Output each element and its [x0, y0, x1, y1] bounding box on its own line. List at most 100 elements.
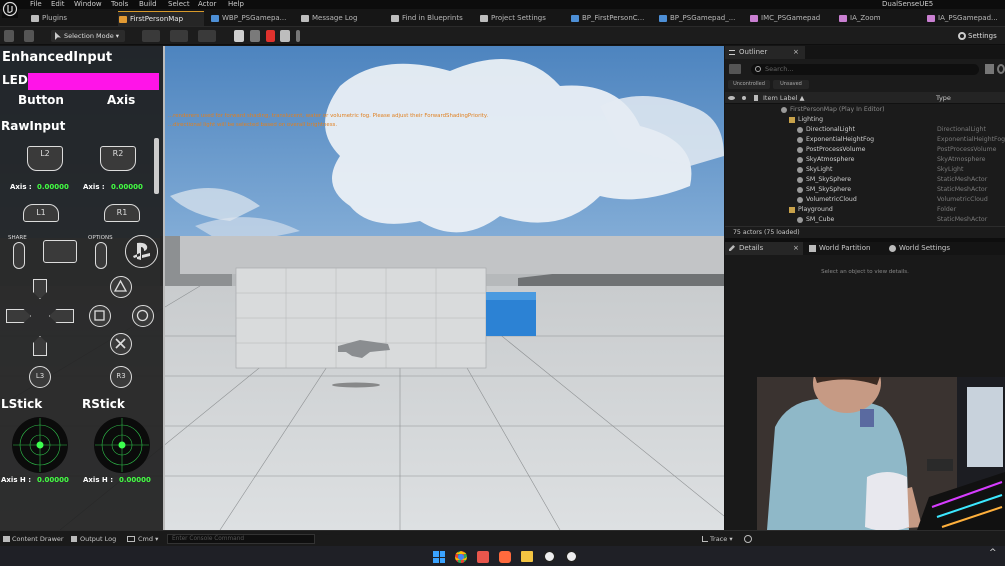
- outliner-row[interactable]: FirstPersonMap (Play In Editor): [725, 105, 1005, 115]
- menu-actor[interactable]: Actor: [198, 0, 216, 9]
- unreal-logo-icon[interactable]: [2, 0, 18, 18]
- l1-label: L1: [36, 208, 46, 217]
- column-item-label[interactable]: Item Label ▲: [763, 92, 804, 104]
- filter-uncontrolled[interactable]: Uncontrolled: [728, 80, 770, 89]
- tab-world-settings[interactable]: World Settings: [887, 242, 950, 255]
- outliner-search-input[interactable]: Search...: [751, 64, 979, 75]
- save-icon[interactable]: [4, 30, 14, 42]
- content-drawer-icon: [3, 536, 10, 542]
- tab-find-in-blueprints[interactable]: Find in Blueprints: [390, 11, 463, 26]
- tab-details[interactable]: Details ×: [725, 242, 803, 255]
- cross-icon: [115, 338, 126, 349]
- menu-bar: File Edit Window Tools Build Select Acto…: [0, 0, 1005, 18]
- cursor-icon: [55, 32, 61, 40]
- cmd-dropdown[interactable]: Cmd ▾: [126, 531, 158, 547]
- settings-button[interactable]: Settings: [958, 30, 1002, 42]
- outliner-row[interactable]: SkyLight SkyLight: [725, 165, 1005, 175]
- menu-tools[interactable]: Tools: [111, 0, 128, 9]
- cinematics-button[interactable]: [198, 30, 216, 42]
- menu-help[interactable]: Help: [228, 0, 244, 9]
- derived-data-icon[interactable]: [744, 535, 752, 543]
- outliner-row-type: ExponentialHeightFog: [937, 136, 1005, 143]
- triangle-icon: [113, 279, 128, 292]
- outliner-row[interactable]: PostProcessVolume PostProcessVolume: [725, 145, 1005, 155]
- tab-bp-psgamepad[interactable]: BP_PSGamepad_...: [658, 11, 735, 26]
- selection-mode-dropdown[interactable]: Selection Mode ▾: [51, 30, 125, 42]
- menu-file[interactable]: File: [30, 0, 42, 9]
- tab-bp-first-person[interactable]: BP_FirstPersonC...: [570, 11, 644, 26]
- outliner-row[interactable]: SM_SkySphere StaticMeshActor: [725, 185, 1005, 195]
- outliner-row[interactable]: Playground Folder: [725, 205, 1005, 215]
- tab-message-log[interactable]: Message Log: [300, 11, 357, 26]
- menu-edit[interactable]: Edit: [51, 0, 65, 9]
- dpad-down-icon: [33, 336, 47, 356]
- add-actor-button[interactable]: [142, 30, 160, 42]
- menu-build[interactable]: Build: [139, 0, 157, 9]
- outliner-row-type: StaticMeshActor: [937, 176, 988, 183]
- rstick-radar: [94, 417, 150, 473]
- stop-icon[interactable]: [266, 30, 275, 42]
- tab-imc-psgamepad[interactable]: IMC_PSGamepad: [749, 11, 820, 26]
- dpad-left-icon: [6, 309, 31, 323]
- pin-icon[interactable]: [742, 96, 746, 100]
- triangle-button: [110, 276, 132, 298]
- chrome-icon[interactable]: [455, 551, 467, 563]
- notification-chevron-icon[interactable]: ^: [989, 548, 999, 562]
- outliner-row[interactable]: SM_SkySphere StaticMeshActor: [725, 175, 1005, 185]
- tab-project-settings[interactable]: Project Settings: [479, 11, 546, 26]
- file-explorer-icon[interactable]: [521, 551, 533, 562]
- outliner-row[interactable]: VolumetricCloud VolumetricCloud: [725, 195, 1005, 205]
- l1-button: L1: [23, 204, 59, 222]
- more-options-icon[interactable]: [296, 30, 300, 42]
- eject-icon[interactable]: [280, 30, 290, 42]
- tab-ia-zoom[interactable]: IA_Zoom: [838, 11, 881, 26]
- visibility-eye-icon[interactable]: [728, 96, 735, 100]
- pause-icon[interactable]: [234, 30, 244, 42]
- tab-label: Find in Blueprints: [402, 14, 463, 22]
- outliner-row[interactable]: ExponentialHeightFog ExponentialHeightFog: [725, 135, 1005, 145]
- light-icon: [797, 167, 803, 173]
- menu-select[interactable]: Select: [168, 0, 190, 9]
- outliner-row[interactable]: SM_Cube StaticMeshActor: [725, 215, 1005, 225]
- close-icon[interactable]: ×: [793, 46, 799, 59]
- console-command-input[interactable]: Enter Console Command: [167, 534, 315, 544]
- output-log-button[interactable]: Output Log: [70, 531, 116, 547]
- filter-icon[interactable]: [729, 64, 741, 74]
- tab-outliner[interactable]: Outliner ×: [725, 46, 805, 59]
- tab-wbp-psgamepad[interactable]: WBP_PSGamepa...: [210, 11, 286, 26]
- arrow-icon[interactable]: [754, 95, 758, 101]
- outliner-row[interactable]: Lighting: [725, 115, 1005, 125]
- outliner-row[interactable]: DirectionalLight DirectionalLight: [725, 125, 1005, 135]
- step-forward-icon[interactable]: [250, 30, 260, 42]
- level-toolbar: Selection Mode ▾ Settings: [0, 27, 1005, 45]
- tab-label: BP_PSGamepad_...: [670, 14, 736, 22]
- filter-unsaved[interactable]: Unsaved: [773, 80, 809, 89]
- app-icon[interactable]: [477, 551, 489, 563]
- circle-button: [132, 305, 154, 327]
- gamepad-icon: [659, 15, 667, 22]
- options-button: [95, 242, 107, 269]
- playstation-logo-icon: [133, 242, 150, 260]
- tab-plugins[interactable]: Plugins: [30, 11, 67, 26]
- unreal-engine-icon[interactable]: [543, 550, 556, 563]
- menu-window[interactable]: Window: [74, 0, 102, 9]
- tab-first-person-map[interactable]: FirstPersonMap: [118, 11, 204, 26]
- source-control-icon[interactable]: [24, 30, 34, 42]
- blueprints-button[interactable]: [170, 30, 188, 42]
- gear-icon[interactable]: [997, 64, 1005, 74]
- unreal-engine-icon[interactable]: [565, 550, 578, 563]
- content-drawer-button[interactable]: Content Drawer: [2, 531, 64, 547]
- outliner-row[interactable]: SkyAtmosphere SkyAtmosphere: [725, 155, 1005, 165]
- r2-button: R2: [100, 146, 136, 171]
- tab-ia-psgamepad[interactable]: IA_PSGamepad...: [926, 11, 1005, 26]
- app-icon[interactable]: [499, 551, 511, 563]
- windows-start-icon[interactable]: [433, 551, 445, 563]
- led-color-swatch: [28, 73, 159, 90]
- level-viewport[interactable]: EnhancedInput LED Button Axis RawInput L…: [0, 46, 724, 530]
- overlay-scrollbar[interactable]: [154, 138, 159, 194]
- tab-world-partition[interactable]: World Partition: [807, 242, 870, 255]
- close-icon[interactable]: ×: [793, 242, 799, 255]
- add-folder-icon[interactable]: [985, 64, 994, 74]
- column-type[interactable]: Type: [936, 92, 951, 104]
- trace-dropdown[interactable]: Trace ▾: [702, 531, 733, 547]
